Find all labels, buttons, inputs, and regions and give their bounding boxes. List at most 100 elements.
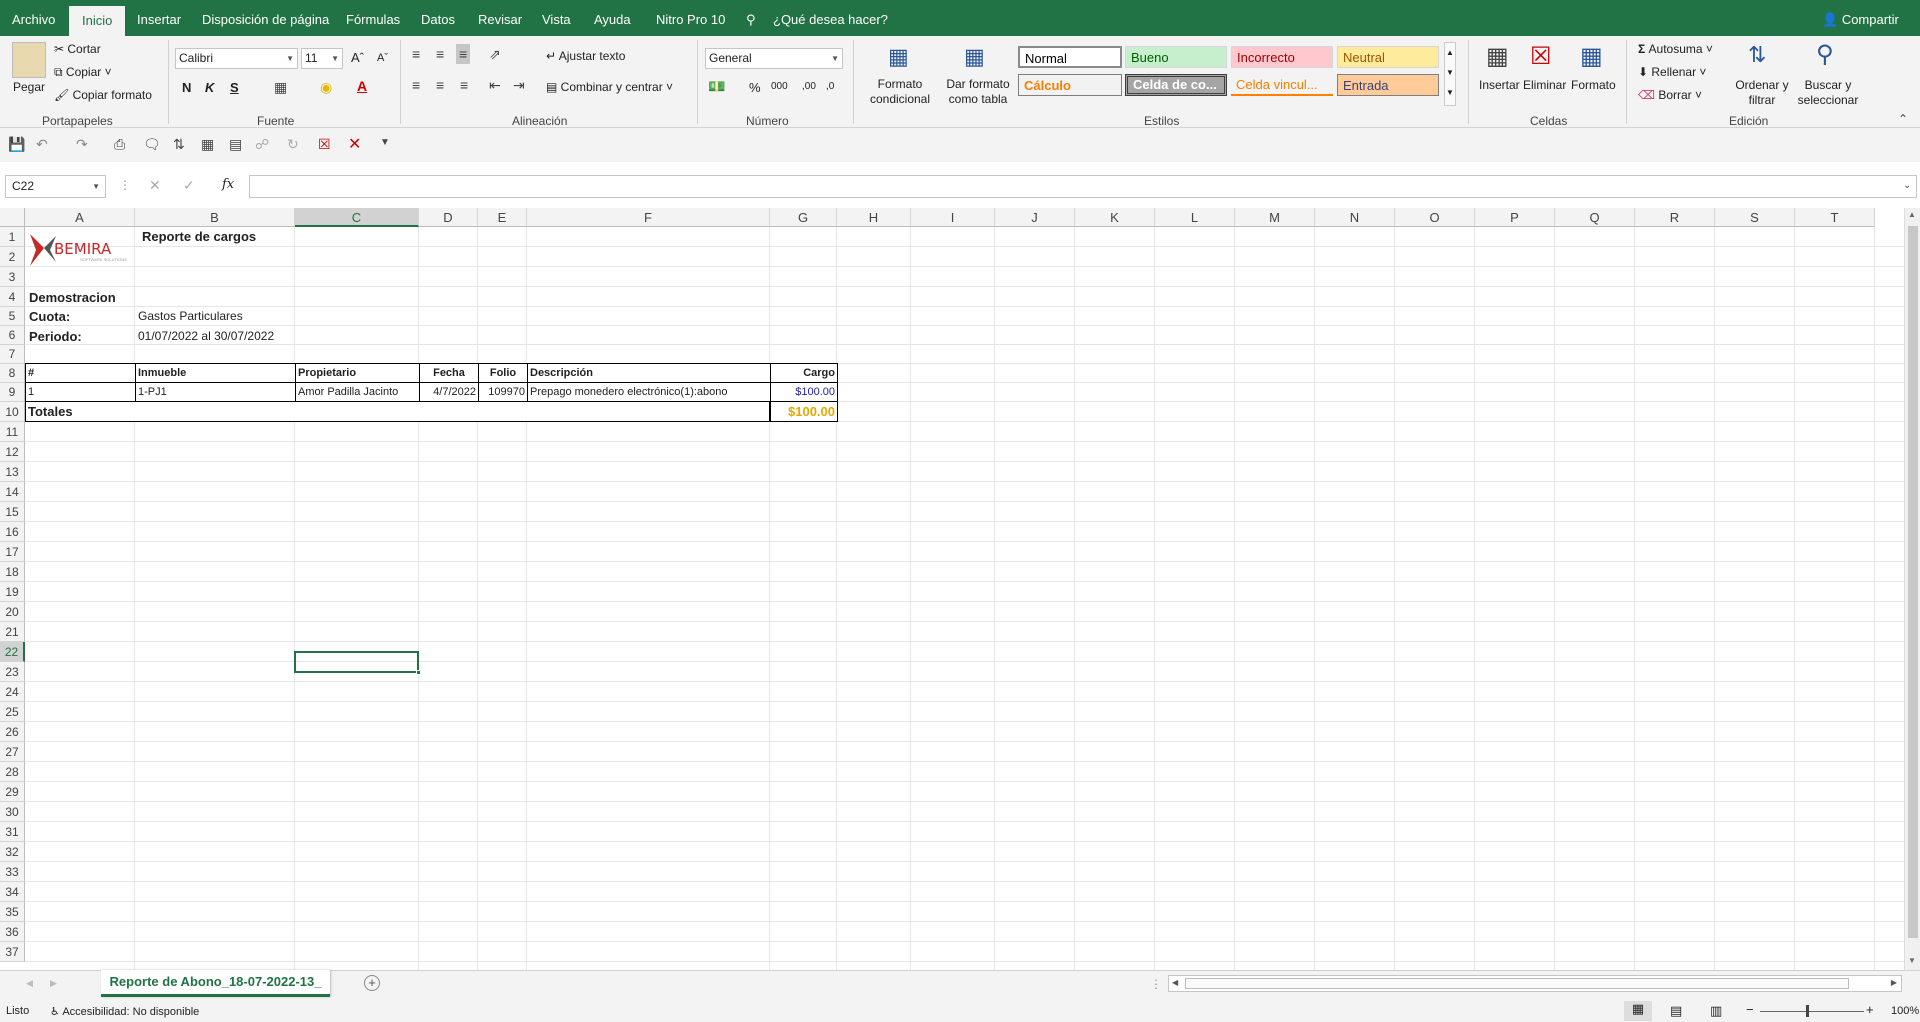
customize-qat-icon[interactable]: ▼ bbox=[380, 137, 390, 148]
copy-button[interactable]: ⧉ Copiar ˅ bbox=[54, 65, 112, 80]
column-header-k[interactable]: K bbox=[1075, 208, 1155, 227]
row-header-34[interactable]: 34 bbox=[0, 882, 25, 902]
tell-me-box[interactable]: ¿Qué desea hacer? bbox=[773, 0, 888, 36]
totals-value[interactable]: $100.00 bbox=[770, 401, 838, 422]
scroll-up-icon[interactable]: ▲ bbox=[1908, 210, 1916, 219]
share-button[interactable]: 👤 Compartir bbox=[1822, 0, 1899, 36]
table-header-cell[interactable]: Inmueble bbox=[135, 363, 296, 383]
zoom-out-button[interactable]: − bbox=[1746, 1002, 1754, 1017]
column-header-g[interactable]: G bbox=[770, 208, 837, 227]
select-all-corner[interactable] bbox=[0, 208, 25, 227]
column-header-d[interactable]: D bbox=[419, 208, 478, 227]
comment-icon[interactable]: 🗨 bbox=[143, 136, 161, 153]
vertical-scrollbar[interactable]: ▲ ▼ bbox=[1904, 208, 1920, 970]
table-header-cell[interactable]: Fecha bbox=[419, 363, 479, 383]
italic-button[interactable]: K bbox=[205, 80, 214, 95]
row-header-28[interactable]: 28 bbox=[0, 762, 25, 782]
tab-insertar[interactable]: Insertar bbox=[137, 0, 181, 36]
row-header-19[interactable]: 19 bbox=[0, 582, 25, 602]
row-header-3[interactable]: 3 bbox=[0, 267, 25, 287]
print-preview-icon[interactable]: ⎙ bbox=[114, 136, 125, 153]
row-header-12[interactable]: 12 bbox=[0, 442, 25, 462]
zoom-slider[interactable] bbox=[1760, 1011, 1864, 1012]
sort-filter-button[interactable]: Ordenar y filtrar bbox=[1732, 78, 1792, 108]
row-header-37[interactable]: 37 bbox=[0, 942, 25, 962]
tab-disposicion[interactable]: Disposición de página bbox=[202, 0, 329, 36]
row-header-23[interactable]: 23 bbox=[0, 662, 25, 682]
table-header-cell[interactable]: Propietario bbox=[295, 363, 420, 383]
bold-button[interactable]: N bbox=[182, 80, 191, 95]
styles-scroll-buttons[interactable]: ▲ ▼ ▼ bbox=[1444, 42, 1456, 106]
row-header-2[interactable]: 2 bbox=[0, 247, 25, 267]
enter-icon[interactable]: ✓ bbox=[183, 177, 195, 194]
borders-icon[interactable]: ▦ bbox=[274, 79, 287, 96]
cut-button[interactable]: ✂ Cortar bbox=[54, 42, 101, 56]
row-header-4[interactable]: 4 bbox=[0, 287, 25, 307]
close-icon[interactable]: ✕ bbox=[348, 134, 361, 154]
percent-button[interactable]: % bbox=[749, 80, 761, 95]
row-header-15[interactable]: 15 bbox=[0, 502, 25, 522]
style-celda-comprobacion[interactable]: Celda de co... bbox=[1125, 74, 1227, 96]
column-header-r[interactable]: R bbox=[1635, 208, 1715, 227]
row-header-14[interactable]: 14 bbox=[0, 482, 25, 502]
row-header-8[interactable]: 8 bbox=[0, 364, 25, 383]
table-header-cell[interactable]: Cargo bbox=[770, 363, 838, 383]
row-header-27[interactable]: 27 bbox=[0, 742, 25, 762]
zoom-level[interactable]: 100% bbox=[1891, 1005, 1919, 1017]
column-header-e[interactable]: E bbox=[478, 208, 527, 227]
column-header-t[interactable]: T bbox=[1795, 208, 1875, 227]
name-box[interactable]: C22 ▼ bbox=[5, 175, 106, 198]
paste-button[interactable]: Pegar bbox=[13, 80, 45, 94]
style-celda-vinculada[interactable]: Celda vincul... bbox=[1231, 74, 1333, 96]
row-header-5[interactable]: 5 bbox=[0, 307, 25, 326]
font-size-combo[interactable]: 11 ▼ bbox=[301, 48, 343, 69]
style-calculo[interactable]: Cálculo bbox=[1018, 74, 1122, 96]
column-header-i[interactable]: I bbox=[911, 208, 995, 227]
row-header-29[interactable]: 29 bbox=[0, 782, 25, 802]
comma-style-button[interactable]: 000 bbox=[771, 81, 788, 92]
column-header-j[interactable]: J bbox=[995, 208, 1075, 227]
increase-decimal-button[interactable]: ,00 bbox=[802, 81, 816, 92]
row-header-16[interactable]: 16 bbox=[0, 522, 25, 542]
table-data-cell[interactable]: $100.00 bbox=[770, 382, 838, 402]
tab-nitro[interactable]: Nitro Pro 10 bbox=[656, 0, 725, 36]
align-left-icon[interactable]: ≡ bbox=[412, 77, 420, 93]
collapse-ribbon-icon[interactable]: ⌃ bbox=[1898, 112, 1908, 126]
scroll-left-icon[interactable]: ◀ bbox=[1172, 978, 1178, 987]
normal-view-icon[interactable]: ▦ bbox=[1624, 1001, 1652, 1021]
page-layout-view-icon[interactable]: ▤ bbox=[1670, 1003, 1682, 1019]
align-center-icon[interactable]: ≡ bbox=[436, 77, 444, 93]
increase-indent-icon[interactable]: ⇥ bbox=[513, 77, 525, 94]
column-header-l[interactable]: L bbox=[1155, 208, 1235, 227]
style-neutral[interactable]: Neutral bbox=[1337, 46, 1439, 68]
align-middle-icon[interactable]: ≡ bbox=[436, 46, 444, 62]
row-header-33[interactable]: 33 bbox=[0, 862, 25, 882]
link-icon[interactable]: ☍ bbox=[255, 136, 269, 153]
table-data-cell[interactable]: 4/7/2022 bbox=[419, 382, 479, 402]
style-entrada[interactable]: Entrada bbox=[1337, 74, 1439, 96]
insert-function-button[interactable]: fx bbox=[222, 177, 234, 192]
tab-revisar[interactable]: Revisar bbox=[478, 0, 522, 36]
style-bueno[interactable]: Bueno bbox=[1125, 46, 1227, 68]
form-icon[interactable]: ▤ bbox=[229, 136, 242, 153]
row-header-20[interactable]: 20 bbox=[0, 602, 25, 622]
row-header-10[interactable]: 10 bbox=[0, 402, 25, 422]
table-header-cell[interactable]: Folio bbox=[478, 363, 528, 383]
grow-font-button[interactable]: Aˆ bbox=[351, 50, 364, 65]
style-normal[interactable]: Normal bbox=[1018, 46, 1122, 68]
table-icon[interactable]: ▦ bbox=[201, 136, 214, 153]
underline-button[interactable]: S bbox=[230, 80, 239, 95]
redo-icon[interactable]: ↷ bbox=[76, 136, 88, 153]
column-header-m[interactable]: M bbox=[1235, 208, 1315, 227]
row-header-25[interactable]: 25 bbox=[0, 702, 25, 722]
font-name-combo[interactable]: Calibri ▼ bbox=[175, 48, 298, 69]
conditional-format-button[interactable]: Formato condicional bbox=[862, 77, 938, 107]
row-header-22[interactable]: 22 bbox=[0, 642, 25, 662]
number-format-combo[interactable]: General ▼ bbox=[705, 48, 843, 69]
fill-handle[interactable] bbox=[416, 670, 421, 675]
align-top-icon[interactable]: ≡ bbox=[412, 46, 420, 62]
prev-sheet-icon[interactable]: ◀ bbox=[26, 978, 33, 989]
insert-cells-button[interactable]: Insertar bbox=[1479, 78, 1520, 92]
table-data-cell[interactable]: Prepago monedero electrónico(1):abono bbox=[527, 382, 771, 402]
cancel-icon[interactable]: ✕ bbox=[149, 177, 161, 194]
